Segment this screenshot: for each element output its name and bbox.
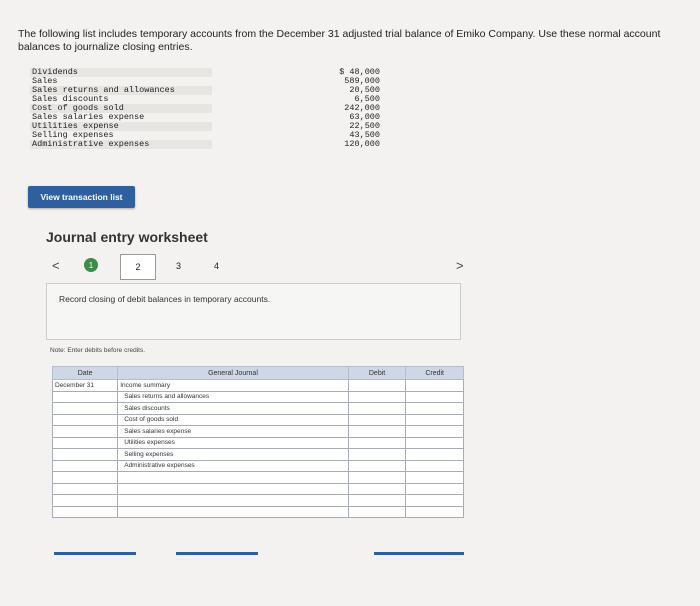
account-cell[interactable] — [117, 471, 349, 484]
account-cell[interactable]: Cost of goods sold — [117, 413, 349, 426]
debit-cell[interactable] — [347, 436, 407, 449]
debit-header: Debit — [347, 366, 407, 380]
date-cell[interactable]: December 31 — [51, 379, 119, 392]
view-transaction-list-button[interactable]: View transaction list — [28, 186, 135, 208]
page-1-check[interactable]: 1 — [84, 258, 98, 272]
journal-row: Sales returns and allowances — [51, 390, 464, 403]
journal-row: Utilities expenses — [51, 436, 464, 449]
account-cell[interactable]: Sales discounts — [117, 402, 349, 415]
chevron-left-icon[interactable]: < — [52, 258, 60, 273]
credit-header: Credit — [405, 366, 464, 380]
credit-cell[interactable] — [405, 448, 464, 461]
debit-cell[interactable] — [347, 494, 407, 507]
account-cell[interactable]: Income summary — [117, 379, 349, 392]
account-name: Administrative expenses — [30, 140, 212, 149]
account-cell[interactable]: Sales salaries expense — [117, 425, 349, 438]
worksheet-title: Journal entry worksheet — [46, 229, 208, 245]
credit-cell[interactable] — [405, 425, 464, 438]
credit-cell[interactable] — [405, 482, 464, 495]
clear-entry-button[interactable] — [176, 552, 258, 555]
instruction-text: Record closing of debit balances in temp… — [59, 294, 271, 304]
entry-note: Note: Enter debits before credits. — [50, 347, 146, 354]
journal-row — [51, 482, 464, 495]
date-cell[interactable] — [51, 413, 119, 426]
credit-cell[interactable] — [405, 390, 464, 403]
trial-balance-list: Dividends $ 48,000 Sales 589,000 Sales retur… — [30, 68, 380, 149]
debit-cell[interactable] — [347, 413, 407, 426]
journal-row: Cost of goods sold — [51, 413, 464, 426]
credit-cell[interactable] — [405, 413, 464, 426]
account-amount: 120,000 — [344, 139, 380, 149]
account-cell[interactable]: Administrative expenses — [117, 459, 349, 472]
account-row: Dividends $ 48,000 — [30, 68, 380, 77]
account-cell[interactable] — [117, 482, 349, 495]
chevron-right-icon[interactable]: > — [456, 258, 464, 273]
credit-cell[interactable] — [405, 459, 464, 472]
journal-row — [51, 505, 464, 518]
credit-cell[interactable] — [405, 379, 464, 392]
date-cell[interactable] — [51, 471, 119, 484]
date-cell[interactable] — [51, 482, 119, 495]
account-cell[interactable] — [117, 505, 349, 518]
journal-row — [51, 471, 464, 484]
credit-cell[interactable] — [405, 505, 464, 518]
date-cell[interactable] — [51, 494, 119, 507]
debit-cell[interactable] — [347, 390, 407, 403]
date-cell[interactable] — [51, 425, 119, 438]
journal-row: December 31 Income summary — [51, 379, 464, 392]
debit-cell[interactable] — [347, 471, 407, 484]
general-journal-table: Date General Journal Debit Credit Decemb… — [51, 366, 464, 518]
account-cell[interactable] — [117, 494, 349, 507]
debit-cell[interactable] — [347, 482, 407, 495]
debit-cell[interactable] — [347, 402, 407, 415]
worksheet-pager: < 1 2 3 4 > — [46, 254, 476, 280]
account-cell[interactable]: Utilities expenses — [117, 436, 349, 449]
date-cell[interactable] — [51, 402, 119, 415]
problem-statement: The following list includes temporary ac… — [18, 28, 661, 53]
page-3-tab[interactable]: 3 — [176, 261, 181, 271]
date-cell[interactable] — [51, 459, 119, 472]
view-general-journal-button[interactable] — [374, 552, 464, 555]
page-4-tab[interactable]: 4 — [214, 261, 219, 271]
credit-cell[interactable] — [405, 436, 464, 449]
date-header: Date — [51, 366, 119, 380]
date-cell[interactable] — [51, 505, 119, 518]
instruction-box: Record closing of debit balances in temp… — [46, 283, 461, 340]
date-cell[interactable] — [51, 436, 119, 449]
debit-cell[interactable] — [347, 459, 407, 472]
account-row: Administrative expenses 120,000 — [30, 140, 380, 149]
account-cell[interactable]: Selling expenses — [117, 448, 349, 461]
debit-cell[interactable] — [347, 379, 407, 392]
general-journal-header: General Journal — [117, 366, 349, 380]
credit-cell[interactable] — [405, 494, 464, 507]
credit-cell[interactable] — [405, 402, 464, 415]
debit-cell[interactable] — [347, 448, 407, 461]
account-cell[interactable]: Sales returns and allowances — [117, 390, 349, 403]
journal-row: Sales discounts — [51, 402, 464, 415]
journal-row: Administrative expenses — [51, 459, 464, 472]
record-entry-button[interactable] — [54, 552, 136, 555]
debit-cell[interactable] — [347, 505, 407, 518]
journal-row: Selling expenses — [51, 448, 464, 461]
debit-cell[interactable] — [347, 425, 407, 438]
page-2-tab[interactable]: 2 — [120, 254, 156, 280]
date-cell[interactable] — [51, 390, 119, 403]
journal-row: Sales salaries expense — [51, 425, 464, 438]
date-cell[interactable] — [51, 448, 119, 461]
journal-row — [51, 494, 464, 507]
credit-cell[interactable] — [405, 471, 464, 484]
